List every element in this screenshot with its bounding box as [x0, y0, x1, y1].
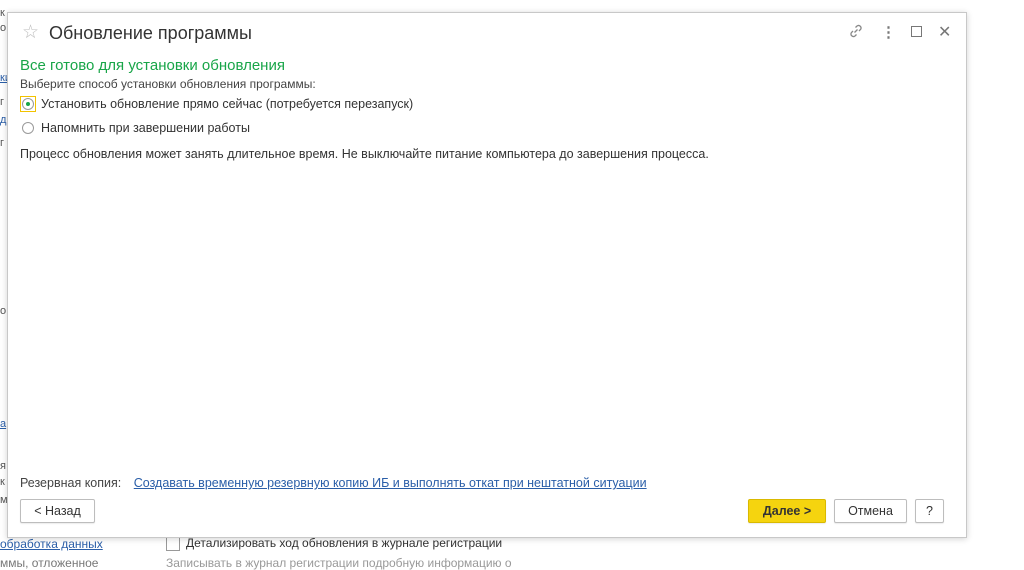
bg-fragment: г: [0, 96, 5, 108]
radio-button-install-now[interactable]: [22, 98, 34, 110]
more-vertical-icon[interactable]: ⋮: [881, 23, 896, 43]
bg-fragment: к: [0, 476, 5, 488]
install-method-prompt: Выберите способ установки обновления про…: [20, 77, 316, 91]
maximize-icon[interactable]: [911, 26, 922, 37]
update-dialog: ☆ Обновление программы ⋮ ✕ Все готово дл…: [7, 12, 967, 538]
backup-row: Резервная копия: Создавать временную рез…: [20, 476, 647, 490]
cancel-button[interactable]: Отмена: [834, 499, 907, 523]
detail-log-description: Записывать в журнал регистрации подробну…: [166, 556, 512, 570]
option-install-now-label[interactable]: Установить обновление прямо сейчас (потр…: [41, 97, 413, 111]
bg-fragment: о: [0, 22, 7, 34]
dialog-titlebar: ☆ Обновление программы ⋮ ✕: [8, 13, 966, 53]
bg-description: ммы, отложенное: [0, 556, 99, 570]
dialog-heading: Все готово для установки обновления: [20, 57, 285, 74]
back-button[interactable]: < Назад: [20, 499, 95, 523]
detail-log-checkbox[interactable]: [166, 537, 180, 551]
bg-data-processing-link[interactable]: обработка данных: [0, 537, 103, 551]
bg-fragment: а: [0, 418, 7, 430]
option-remind-label[interactable]: Напомнить при завершении работы: [41, 121, 250, 135]
bg-fragment: д: [0, 114, 7, 126]
bg-fragment: к: [0, 7, 5, 19]
help-button[interactable]: ?: [915, 499, 944, 523]
star-icon[interactable]: ☆: [22, 23, 39, 43]
detail-log-checkbox-label[interactable]: Детализировать ход обновления в журнале …: [186, 536, 502, 550]
dialog-title: Обновление программы: [49, 23, 252, 43]
radio-button-remind[interactable]: [22, 122, 34, 134]
info-message: Процесс обновления может занять длительн…: [20, 147, 709, 161]
link-icon[interactable]: [848, 23, 864, 45]
bg-fragment: о: [0, 305, 7, 317]
bg-fragment: г: [0, 137, 5, 149]
next-button[interactable]: Далее >: [748, 499, 826, 523]
close-icon[interactable]: ✕: [938, 23, 951, 43]
backup-settings-link[interactable]: Создавать временную резервную копию ИБ и…: [134, 476, 647, 490]
backup-label: Резервная копия:: [20, 476, 122, 490]
bg-fragment: я: [0, 460, 6, 472]
